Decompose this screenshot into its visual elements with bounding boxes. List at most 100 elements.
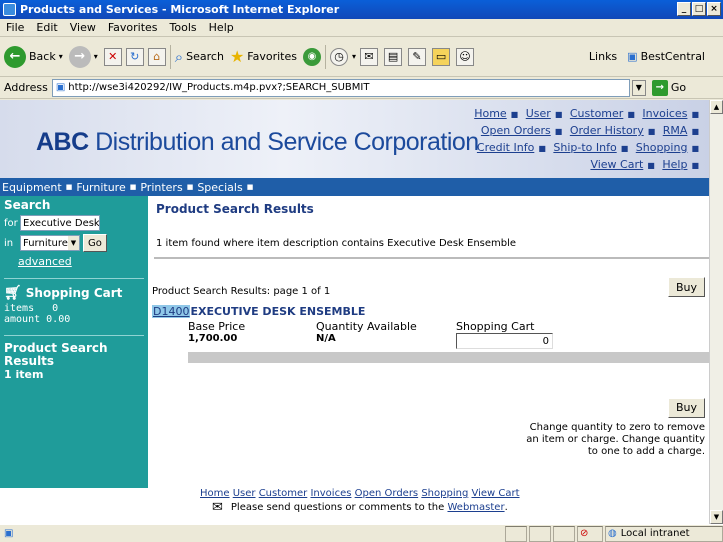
quantity-header: Quantity Available <box>316 320 417 333</box>
address-bar: Address ▣ http://wse3i420292/IW_Products… <box>0 77 723 99</box>
toolbar-separator <box>169 44 171 69</box>
note-line-1: Change quantity to zero to remove <box>529 422 705 433</box>
menu-help[interactable]: Help <box>209 21 234 34</box>
footer-open-orders[interactable]: Open Orders <box>355 488 419 499</box>
nav-user[interactable]: User <box>526 107 551 120</box>
forward-arrow-icon: → <box>68 45 91 68</box>
messenger-icon[interactable]: ☺ <box>456 47 475 66</box>
item-code-link[interactable]: D1400 <box>152 305 191 318</box>
footer-home[interactable]: Home <box>200 488 230 499</box>
category-select[interactable]: Furniture ▼ <box>20 235 80 251</box>
media-icon[interactable]: ◉ <box>303 47 321 66</box>
nav-credit-info[interactable]: Credit Info <box>477 141 534 154</box>
window-controls: _ □ × <box>677 2 721 16</box>
refresh-icon[interactable]: ↻ <box>125 47 144 66</box>
privacy-icon[interactable]: ⊘ <box>577 525 603 542</box>
minimize-button[interactable]: _ <box>677 2 691 16</box>
forward-button[interactable]: → ▾ <box>68 45 98 68</box>
logo-name: Distribution and Service Corporation <box>95 128 479 156</box>
favorites-label: Favorites <box>247 50 297 63</box>
for-label: for <box>4 217 18 229</box>
mail-icon[interactable]: ✉ <box>360 47 379 66</box>
results-count: 1 item <box>4 368 44 381</box>
ie-icon <box>3 3 16 16</box>
nav-view-cart[interactable]: View Cart <box>590 158 643 171</box>
site-logo: ABC Distribution and Service Corporation <box>36 128 479 157</box>
nav-order-history[interactable]: Order History <box>570 124 644 137</box>
intranet-icon: ◍ <box>608 528 617 539</box>
browser-toolbar: ← Back ▾ → ▾ ✕ ↻ ⌂ ⌕ Search ★ Favorites … <box>0 37 723 77</box>
footer-links: Home User Customer Invoices Open Orders … <box>200 488 520 499</box>
nav-rma[interactable]: RMA <box>663 124 688 137</box>
advanced-search-link[interactable]: advanced <box>18 255 72 268</box>
search-go-button[interactable]: Go <box>83 234 107 252</box>
nav-shopping[interactable]: Shopping <box>636 141 688 154</box>
amount-label: amount <box>4 314 41 325</box>
status-cell <box>529 525 551 542</box>
category-printers[interactable]: Printers <box>140 181 182 194</box>
category-furniture[interactable]: Furniture <box>76 181 125 194</box>
home-icon[interactable]: ⌂ <box>147 47 166 66</box>
shopping-cart-title: Shopping Cart <box>25 286 123 300</box>
cart-quantity-input[interactable]: 0 <box>456 333 553 349</box>
folder-icon[interactable]: ▭ <box>432 47 451 66</box>
footer-view-cart[interactable]: View Cart <box>471 488 519 499</box>
nav-open-orders[interactable]: Open Orders <box>481 124 551 137</box>
note-line-2: an item or charge. Change quantity <box>526 434 705 445</box>
link-bestcentral[interactable]: BestCentral <box>641 50 705 63</box>
address-dropdown[interactable]: ▼ <box>631 79 646 96</box>
buy-button-bottom[interactable]: Buy <box>667 398 705 418</box>
address-input[interactable]: ▣ http://wse3i420292/IW_Products.m4p.pvx… <box>51 78 630 97</box>
nav-home[interactable]: Home <box>474 107 506 120</box>
search-input[interactable]: Executive Desk E <box>20 215 100 231</box>
product-heading: D1400 EXECUTIVE DESK ENSEMBLE <box>152 305 709 318</box>
items-value: 0 <box>52 303 59 314</box>
menu-view[interactable]: View <box>70 21 96 34</box>
webmaster-link[interactable]: Webmaster <box>447 502 504 513</box>
product-columns: Base Price 1,700.00 Quantity Available N/A… <box>188 320 709 349</box>
vertical-scrollbar[interactable]: ▲ ▼ <box>709 100 723 524</box>
scroll-up-icon[interactable]: ▲ <box>710 100 723 114</box>
address-label: Address <box>4 81 48 94</box>
nav-invoices[interactable]: Invoices <box>642 107 687 120</box>
footer-message: ✉ Please send questions or comments to t… <box>212 500 508 515</box>
edit-icon[interactable]: ✎ <box>408 47 427 66</box>
menu-tools[interactable]: Tools <box>170 21 197 34</box>
back-button[interactable]: ← Back ▾ <box>4 45 63 68</box>
footer-shopping[interactable]: Shopping <box>421 488 468 499</box>
window-titlebar: Products and Services - Microsoft Intern… <box>0 0 723 19</box>
scroll-down-icon[interactable]: ▼ <box>710 510 723 524</box>
print-icon[interactable]: ▤ <box>384 47 403 66</box>
menu-edit[interactable]: Edit <box>36 21 57 34</box>
amount-value: 0.00 <box>46 314 71 325</box>
history-icon[interactable]: ◷ <box>330 47 348 66</box>
menu-file[interactable]: File <box>6 21 24 34</box>
buy-button-top[interactable]: Buy <box>667 277 705 297</box>
footer-user[interactable]: User <box>233 488 256 499</box>
search-button[interactable]: ⌕ Search <box>175 48 224 66</box>
go-arrow-icon[interactable]: → <box>651 79 668 96</box>
nav-ship-to-info[interactable]: Ship-to Info <box>553 141 616 154</box>
web-page: ABC Distribution and Service Corporation… <box>0 100 709 524</box>
close-button[interactable]: × <box>707 2 721 16</box>
note-line-3: to one to add a charge. <box>587 446 705 457</box>
page-info: Product Search Results: page 1 of 1 <box>152 286 331 297</box>
go-label[interactable]: Go <box>671 81 686 94</box>
maximize-button[interactable]: □ <box>692 2 706 16</box>
status-bar: ▣ ⊘ ◍ Local intranet <box>0 524 723 542</box>
favorites-button[interactable]: ★ Favorites <box>230 47 297 66</box>
footer-invoices[interactable]: Invoices <box>310 488 351 499</box>
links-bar: Links ▣ BestCentral <box>589 50 705 63</box>
back-label: Back <box>29 50 56 63</box>
links-label: Links <box>588 50 618 63</box>
menu-favorites[interactable]: Favorites <box>108 21 158 34</box>
nav-help[interactable]: Help <box>662 158 687 171</box>
stop-icon[interactable]: ✕ <box>103 47 122 66</box>
nav-customer[interactable]: Customer <box>570 107 623 120</box>
category-specials[interactable]: Specials <box>197 181 242 194</box>
page-title: Product Search Results <box>156 202 314 216</box>
results-header: Product Search Results 1 item <box>4 342 144 382</box>
footer-customer[interactable]: Customer <box>259 488 308 499</box>
shopping-cart-header[interactable]: 🛒︎ Shopping Cart <box>4 285 144 301</box>
category-equipment[interactable]: Equipment <box>2 181 62 194</box>
